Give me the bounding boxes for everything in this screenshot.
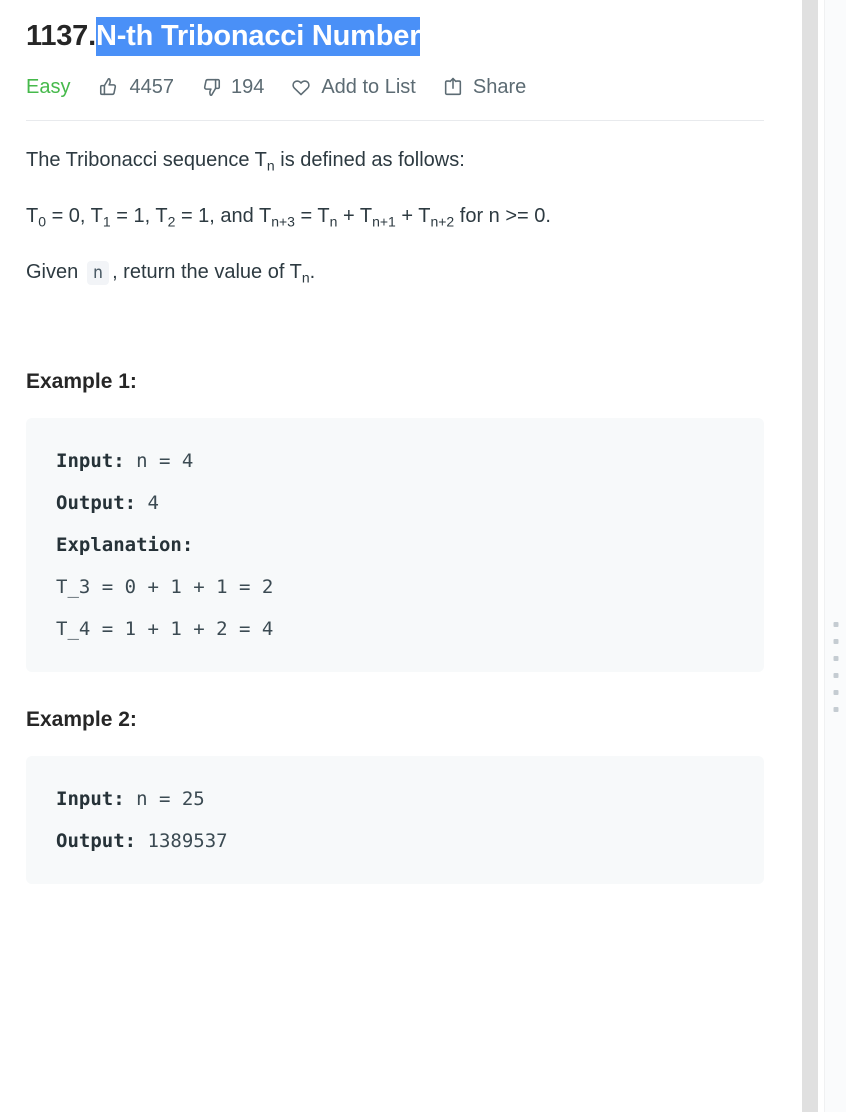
handle-dot: [833, 690, 838, 695]
problem-description-pane: 1137.N-th Tribonacci Number Easy 4457 19…: [0, 0, 790, 1112]
input-value: n = 25: [124, 788, 205, 810]
input-label: Input:: [56, 788, 125, 810]
example-1-block: Input: n = 4 Output: 4 Explanation: T_3 = 0…: [26, 418, 764, 672]
dislike-button[interactable]: 194: [200, 76, 264, 99]
inline-code-n: n: [86, 261, 110, 285]
subscript-n: n: [266, 157, 275, 174]
output-value: 1389537: [136, 830, 228, 852]
handle-dot: [833, 707, 838, 712]
dislike-count: 194: [230, 75, 265, 98]
share-label: Share: [472, 75, 527, 98]
like-count: 4457: [129, 75, 174, 98]
problem-number: 1137.: [26, 20, 96, 52]
example-1-input-line: Input: n = 4: [56, 440, 734, 482]
example-1-output-line: Output: 4: [56, 482, 734, 524]
add-to-list-label: Add to List: [321, 75, 416, 98]
thumbs-up-icon: [98, 76, 120, 98]
handle-dot: [833, 639, 838, 644]
description-paragraph-3: Given n, return the value of Tn.: [26, 261, 316, 286]
output-label: Output:: [56, 830, 137, 852]
handle-dot: [833, 656, 838, 661]
spacer-paragraph: [26, 312, 764, 346]
explanation-label: Explanation:: [56, 534, 194, 556]
heart-icon: [290, 76, 312, 98]
description-paragraph-2: T0 = 0, T1 = 1, T2 = 1, and Tn+3 = Tn + …: [26, 205, 551, 230]
output-label: Output:: [56, 492, 137, 514]
like-button[interactable]: 4457: [98, 76, 174, 99]
add-to-list-button[interactable]: Add to List: [290, 76, 416, 99]
problem-title-text-selected[interactable]: N-th Tribonacci Number: [95, 17, 420, 56]
output-value: 4: [136, 492, 159, 514]
example-1-explanation-row-1: T_3 = 0 + 1 + 1 = 2: [56, 576, 274, 598]
pane-drag-handle-icon[interactable]: [833, 622, 838, 712]
description-paragraph-1: The Tribonacci sequence Tn is defined as…: [26, 149, 465, 174]
vertical-scrollbar[interactable]: [802, 0, 818, 1112]
example-1-explanation-row-2: T_4 = 1 + 1 + 2 = 4: [56, 618, 274, 640]
difficulty-badge: Easy: [26, 75, 71, 98]
example-2-block: Input: n = 25 Output: 1389537: [26, 756, 764, 884]
handle-dot: [833, 622, 838, 627]
pane-resize-rail[interactable]: [824, 0, 846, 1112]
example-1-heading: Example 1:: [26, 370, 137, 393]
input-value: n = 4: [124, 450, 194, 472]
example-2-heading: Example 2:: [26, 708, 137, 731]
handle-dot: [833, 673, 838, 678]
problem-meta-row: Easy 4457 194 Add to List Share: [26, 72, 764, 102]
share-button[interactable]: Share: [442, 76, 526, 99]
page-title: 1137.N-th Tribonacci Number: [26, 0, 764, 56]
problem-statement: The Tribonacci sequence Tn is defined as…: [26, 121, 764, 884]
example-1-explanation-line: Explanation:: [56, 524, 734, 566]
example-2-output-line: Output: 1389537: [56, 820, 734, 862]
share-icon: [442, 76, 464, 98]
thumbs-down-icon: [200, 76, 222, 98]
page-right-edge: [846, 0, 850, 1112]
input-label: Input:: [56, 450, 125, 472]
example-2-input-line: Input: n = 25: [56, 778, 734, 820]
